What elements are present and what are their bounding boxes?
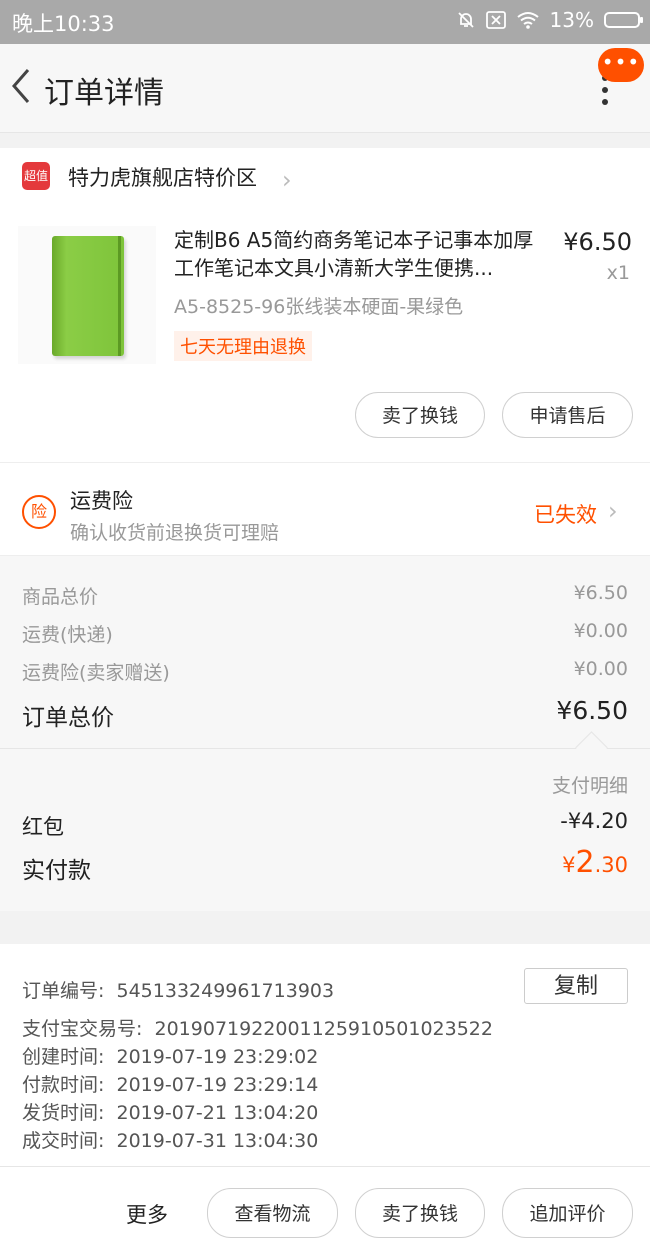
paid-amount-label: 实付款	[22, 858, 91, 884]
alipay-label: 支付宝交易号:	[22, 1018, 143, 1040]
sell-for-cash-button[interactable]: 卖了换钱	[355, 1188, 485, 1238]
add-review-button[interactable]: 追加评价	[502, 1188, 633, 1238]
completed-row: 成交时间: 2019-07-31 13:04:30	[22, 1126, 318, 1153]
status-icons: 13%	[456, 8, 643, 32]
product-spec: A5-8525-96张线装本硬面-果绿色	[174, 296, 464, 318]
chevron-right-icon: ›	[608, 497, 618, 525]
completed-time: 2019-07-31 13:04:30	[116, 1130, 319, 1152]
sell-for-cash-button[interactable]: 卖了换钱	[355, 392, 485, 438]
view-logistics-button[interactable]: 查看物流	[207, 1188, 338, 1238]
chevron-right-icon: ›	[282, 166, 292, 194]
order-number-row: 订单编号: 545133249961713903	[22, 976, 334, 1003]
page-title: 订单详情	[44, 76, 164, 111]
wifi-icon	[516, 12, 539, 29]
order-info: 订单编号: 545133249961713903 复制 支付宝交易号: 2019…	[0, 944, 650, 1166]
battery-icon	[604, 12, 643, 28]
return-policy-tag: 七天无理由退换	[174, 331, 312, 361]
battery-percent: 13%	[549, 8, 594, 32]
shipped-time: 2019-07-21 13:04:20	[116, 1102, 319, 1124]
after-sale-button[interactable]: 申请售后	[502, 392, 633, 438]
alipay-row: 支付宝交易号: 2019071922001125910501023522	[22, 1014, 493, 1041]
cost-label: 运费(快递)	[22, 624, 113, 646]
insurance-icon: 险	[22, 495, 56, 529]
order-total-value: ¥6.50	[556, 696, 628, 725]
copy-button[interactable]: 复制	[524, 968, 628, 1004]
product-title[interactable]: 定制B6 A5简约商务笔记本子记事本加厚工作笔记本文具小清新大学生便携...	[174, 226, 544, 282]
bottom-action-bar: 更多 查看物流 卖了换钱 追加评价	[0, 1166, 650, 1258]
red-packet-value: -¥4.20	[560, 809, 628, 833]
order-number: 545133249961713903	[116, 980, 335, 1002]
order-number-label: 订单编号:	[22, 980, 105, 1002]
insurance-status: 已失效	[534, 503, 597, 527]
app-header: 订单详情	[0, 44, 650, 133]
payment-detail-label: 支付明细	[551, 775, 628, 797]
paid-time: 2019-07-19 23:29:14	[116, 1074, 319, 1096]
created-label: 创建时间:	[22, 1046, 105, 1068]
cost-label: 商品总价	[22, 586, 99, 608]
cost-value: ¥6.50	[573, 582, 628, 604]
created-time: 2019-07-19 23:29:02	[116, 1046, 319, 1068]
mute-bell-icon	[457, 12, 474, 28]
payment-detail: 支付明细 红包 -¥4.20 实付款 ¥2.30	[0, 731, 650, 911]
red-packet-label: 红包	[22, 815, 64, 839]
product-image[interactable]	[18, 226, 156, 364]
cost-value: ¥0.00	[573, 620, 628, 642]
paid-integer: 2	[575, 845, 595, 880]
notebook-image	[52, 236, 124, 356]
created-row: 创建时间: 2019-07-19 23:29:02	[22, 1042, 318, 1069]
currency-symbol: ¥	[562, 853, 576, 877]
shipping-insurance-row[interactable]: 险 运费险 确认收货前退换货可理赔 已失效 ›	[0, 462, 650, 556]
paid-decimal: .30	[594, 853, 628, 877]
paid-label: 付款时间:	[22, 1074, 105, 1096]
insurance-subtitle: 确认收货前退换货可理赔	[70, 522, 280, 544]
cost-summary: 商品总价 ¥6.50 运费(快递) ¥0.00 运费险(卖家赠送) ¥0.00 …	[0, 556, 650, 748]
shop-name[interactable]: 特力虎旗舰店特价区	[68, 162, 257, 192]
paid-amount-value: ¥2.30	[562, 845, 628, 880]
cost-label: 运费险(卖家赠送)	[22, 662, 170, 684]
shipped-row: 发货时间: 2019-07-21 13:04:20	[22, 1098, 318, 1125]
order-total-label: 订单总价	[22, 705, 114, 731]
sim-off-icon	[485, 11, 506, 29]
product-quantity: x1	[606, 262, 630, 284]
product-card: 定制B6 A5简约商务笔记本子记事本加厚工作笔记本文具小清新大学生便携... ¥…	[0, 214, 650, 462]
status-time: 晚上10:33	[12, 12, 115, 36]
shop-row[interactable]: 超值 特力虎旗舰店特价区 ›	[0, 148, 650, 214]
cost-value: ¥0.00	[573, 658, 628, 680]
paid-row: 付款时间: 2019-07-19 23:29:14	[22, 1070, 318, 1097]
insurance-title: 运费险	[70, 489, 133, 513]
shipped-label: 发货时间:	[22, 1102, 105, 1124]
alipay-number: 2019071922001125910501023522	[154, 1018, 493, 1040]
status-bar: 晚上10:33 13%	[0, 0, 650, 44]
shop-logo: 超值	[22, 162, 50, 190]
completed-label: 成交时间:	[22, 1130, 105, 1152]
more-button[interactable]: 更多	[126, 1199, 168, 1229]
back-arrow-icon[interactable]	[8, 66, 32, 106]
floating-menu-button[interactable]: •••	[598, 48, 644, 82]
product-price: ¥6.50	[563, 228, 632, 256]
